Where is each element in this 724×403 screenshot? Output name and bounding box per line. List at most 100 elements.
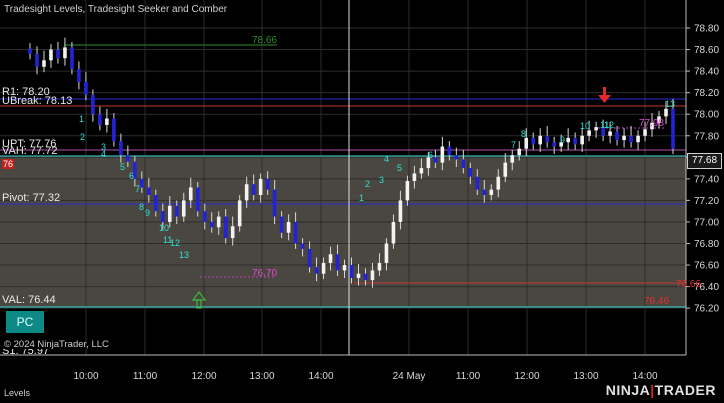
magenta-left-label: 76.70 — [252, 268, 277, 279]
price-tick-label: 77.20 — [694, 196, 719, 207]
candle-body — [412, 173, 417, 182]
time-tick-label: 11:00 — [456, 371, 481, 382]
candle-body — [615, 131, 619, 141]
candle-body — [147, 187, 151, 196]
brand-prefix: NINJA — [605, 382, 651, 398]
time-tick-label: 12:00 — [191, 371, 216, 382]
candle-body — [384, 243, 389, 263]
current-price-tag: 77.68 — [687, 153, 722, 169]
seeker-down-count: 9 — [145, 208, 150, 218]
candle-body — [119, 141, 123, 156]
price-tick-label: 78.00 — [694, 110, 719, 121]
candle-body — [538, 135, 543, 145]
candle-body — [160, 211, 165, 222]
down-arrow-icon — [598, 87, 611, 103]
copyright-text: © 2024 NinjaTrader, LLC — [4, 339, 109, 350]
candle-body — [49, 49, 53, 61]
candle-body — [629, 135, 633, 143]
candle-body — [552, 142, 556, 147]
candle-body — [475, 176, 480, 190]
candle-body — [524, 137, 529, 149]
price-tick-label: 76.80 — [694, 239, 719, 250]
seeker-up-count: 7 — [511, 140, 516, 150]
price-tick-label: 77.40 — [694, 174, 719, 185]
candle-body — [545, 135, 549, 143]
seeker-up-count: 12 — [604, 120, 614, 130]
candle-body — [63, 47, 67, 59]
time-axis[interactable]: 10:00 11:00 12:00 13:00 14:00 24 May 11:00 12:0… — [73, 371, 657, 382]
brand-suffix: TRADER — [654, 382, 716, 398]
candle-body — [671, 108, 675, 149]
price-tick-label: 76.60 — [694, 261, 719, 272]
pivot-label: Pivot: 77.32 — [2, 192, 61, 204]
candle-body — [98, 114, 102, 125]
candle-body — [140, 178, 144, 188]
price-tick-label: 77.00 — [694, 217, 719, 228]
val-label: VAL: 76.44 — [2, 294, 56, 306]
candle-body — [70, 47, 74, 69]
candle-body — [496, 176, 501, 190]
candle-body — [126, 155, 130, 162]
candle-body — [230, 226, 235, 239]
red-bottom-label: 76.46 — [644, 296, 669, 307]
candle-body — [244, 184, 249, 201]
candle-body — [237, 200, 242, 227]
magenta-right-label: 77.98 — [639, 118, 664, 129]
candle-body — [188, 187, 193, 201]
seeker-up-count: 6 — [428, 150, 433, 160]
seeker-down-count: 7 — [135, 184, 140, 194]
candle-body — [503, 162, 508, 177]
candle-body — [112, 118, 116, 142]
candle-body — [307, 248, 312, 268]
brand-logo: NINJA|TRADER — [606, 382, 716, 398]
seeker-up-count: 9 — [560, 135, 565, 145]
candle-body — [265, 178, 270, 190]
candle-body — [335, 254, 340, 271]
seeker-down-count: 13 — [179, 250, 189, 260]
candle-body — [433, 157, 438, 163]
seeker-down-count: 6 — [129, 171, 134, 181]
seeker-down-count: 2 — [80, 132, 85, 142]
seeker-up-count: 3 — [379, 175, 384, 185]
candle-body — [622, 135, 626, 141]
price-axis[interactable]: 78.8078.6078.4078.2078.0077.8077.6077.40… — [686, 24, 719, 315]
vah-label: VAH: 77.72 — [2, 145, 58, 157]
candle-body — [84, 81, 88, 95]
candle-body — [587, 130, 591, 136]
candle-body — [517, 148, 522, 156]
seeker-up-count: 5 — [397, 163, 402, 173]
seeker-down-count: 10 — [159, 223, 169, 233]
ubreak-label: UBreak: 78.13 — [2, 95, 73, 107]
candle-body — [286, 221, 291, 233]
candle-body — [174, 205, 179, 217]
candle-body — [454, 155, 459, 160]
candle-body — [342, 265, 347, 271]
time-tick-label: 12:00 — [514, 371, 539, 382]
candle-body — [468, 168, 473, 177]
candle-body — [209, 221, 214, 228]
time-tick-label: 13:00 — [573, 371, 598, 382]
candle-body — [573, 137, 577, 145]
time-tick-label: 13:00 — [249, 371, 274, 382]
candle-body — [91, 94, 95, 115]
seeker-up-count: 4 — [384, 154, 389, 164]
seeker-up-count: 2 — [365, 179, 370, 189]
candle-body — [398, 200, 403, 222]
candle-body — [216, 216, 221, 228]
seeker-down-count: 8 — [139, 202, 144, 212]
candle-body — [377, 262, 382, 271]
candle-body — [105, 118, 109, 125]
pc-button[interactable]: PC — [6, 311, 44, 333]
time-tick-label: 11:00 — [133, 371, 158, 382]
candle-body — [447, 146, 452, 156]
time-tick-label: 14:00 — [632, 371, 657, 382]
candle-body — [293, 221, 298, 244]
candle-body — [279, 216, 284, 233]
top-green-label: 78.66 — [252, 35, 277, 46]
seeker-down-count: 1 — [79, 114, 84, 124]
seeker-up-count: 1 — [359, 193, 364, 203]
seeker-down-count: 5 — [120, 162, 125, 172]
candle-body — [300, 243, 305, 249]
candle-body — [167, 205, 172, 222]
candle-body — [181, 200, 186, 217]
